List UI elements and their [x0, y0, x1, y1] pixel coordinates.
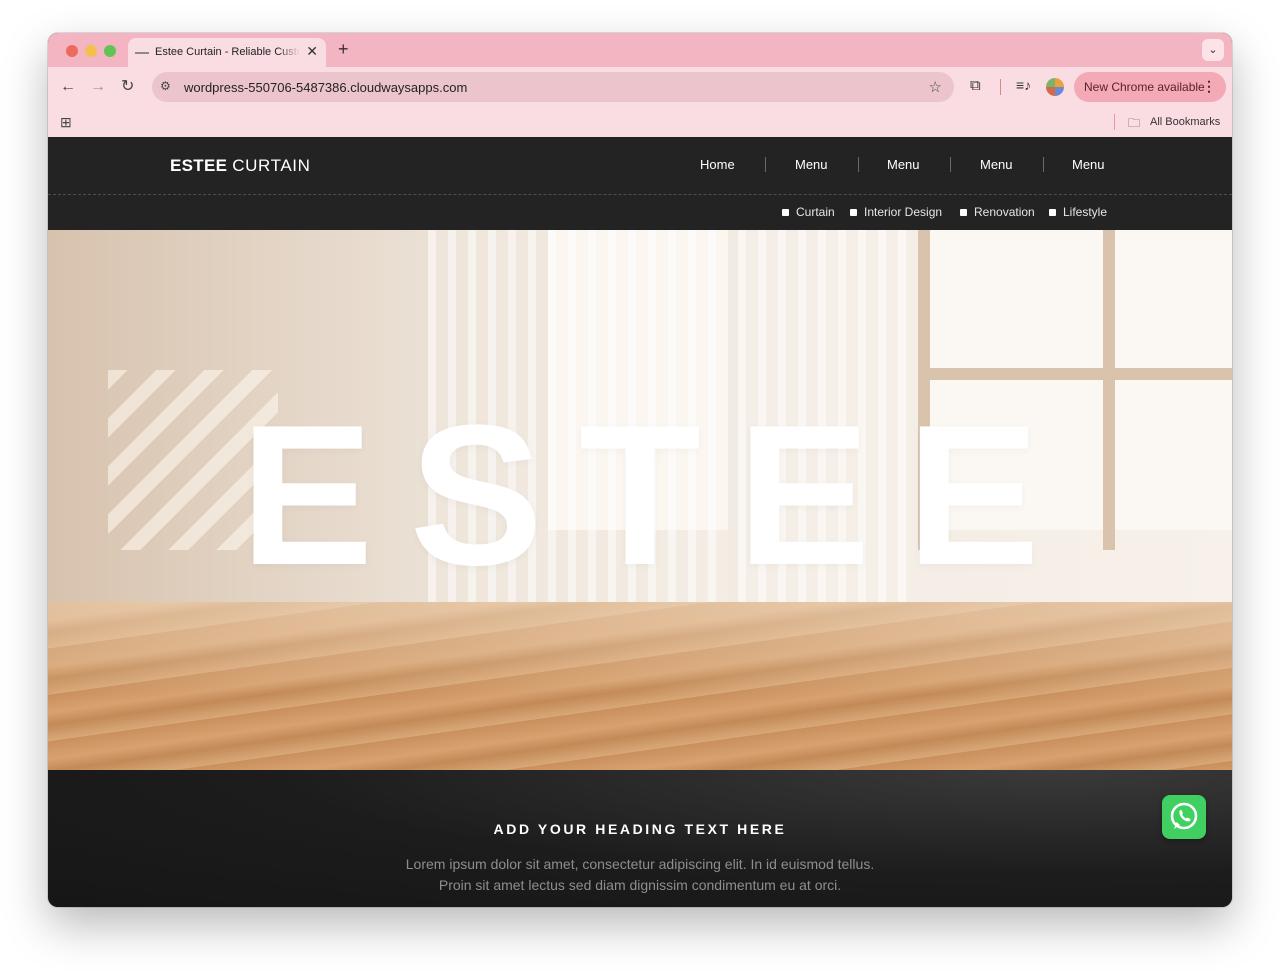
- browser-tab[interactable]: Estee Curtain - Reliable Custo ✕: [128, 38, 326, 67]
- site-info-icon[interactable]: ⚙: [160, 79, 171, 93]
- subnav-renovation[interactable]: Renovation: [960, 205, 1035, 219]
- logo-word-estee: ESTEE: [170, 156, 228, 175]
- intro-section: ADD YOUR HEADING TEXT HERE Lorem ipsum d…: [48, 770, 1232, 907]
- update-chrome-button[interactable]: New Chrome available ⋮: [1074, 72, 1226, 102]
- site-header: ESTEE CURTAIN Home Menu Menu Menu Menu C…: [48, 137, 1232, 230]
- profile-avatar[interactable]: [1046, 78, 1064, 96]
- section-text: Lorem ipsum dolor sit amet, consectetur …: [48, 854, 1232, 896]
- nav-divider: [1043, 157, 1044, 172]
- all-bookmarks-link[interactable]: All Bookmarks: [1150, 116, 1220, 128]
- hero-banner: ESTEE: [48, 230, 1232, 770]
- subnav-lifestyle[interactable]: Lifestyle: [1049, 205, 1107, 219]
- whatsapp-icon: [1170, 802, 1198, 830]
- hero-window-frame: [928, 368, 1232, 380]
- nav-home[interactable]: Home: [700, 157, 735, 172]
- url-text[interactable]: wordpress-550706-5487386.cloudwaysapps.c…: [184, 80, 467, 95]
- logo-word-curtain: CURTAIN: [232, 156, 311, 175]
- bookmark-star-icon[interactable]: ☆: [929, 78, 942, 96]
- extensions-icon[interactable]: ⧉: [970, 77, 981, 95]
- bookmarks-divider: [1114, 114, 1115, 130]
- subnav-label: Lifestyle: [1063, 205, 1108, 219]
- section-text-line: Lorem ipsum dolor sit amet, consectetur …: [405, 856, 875, 872]
- subnav-label: Renovation: [974, 205, 1035, 219]
- section-heading: ADD YOUR HEADING TEXT HERE: [493, 821, 787, 837]
- close-window-button[interactable]: [66, 45, 78, 57]
- subnav-curtain[interactable]: Curtain: [782, 205, 835, 219]
- reload-button[interactable]: ↻: [121, 77, 134, 97]
- nav-menu-2[interactable]: Menu: [887, 157, 920, 172]
- update-label: New Chrome available: [1084, 80, 1205, 94]
- section-text-line: Proin sit amet lectus sed diam dignissim…: [438, 877, 842, 893]
- close-tab-icon[interactable]: ✕: [306, 43, 318, 59]
- hero-title: ESTEE: [240, 384, 1076, 607]
- nav-divider: [765, 157, 766, 172]
- bookmarks-bar: ⊞ 🗀 All Bookmarks: [48, 107, 1232, 137]
- kebab-menu-icon[interactable]: ⋮: [1202, 78, 1216, 95]
- back-button[interactable]: ←: [60, 77, 76, 97]
- browser-toolbar: ← → ↻ ⚙ wordpress-550706-5487386.cloudwa…: [48, 67, 1232, 107]
- forward-button[interactable]: →: [90, 77, 106, 97]
- square-bullet-icon: [960, 208, 967, 216]
- tab-title: Estee Curtain - Reliable Custo: [155, 46, 300, 58]
- nav-menu-4[interactable]: Menu: [1072, 157, 1105, 172]
- nav-divider: [858, 157, 859, 172]
- square-bullet-icon: [782, 208, 789, 216]
- tab-search-button[interactable]: ⌄: [1202, 39, 1224, 61]
- apps-grid-icon[interactable]: ⊞: [60, 114, 72, 131]
- subnav-interior-design[interactable]: Interior Design: [850, 205, 942, 219]
- zoom-window-button[interactable]: [104, 45, 116, 57]
- nav-menu-3[interactable]: Menu: [980, 157, 1013, 172]
- square-bullet-icon: [1049, 208, 1056, 216]
- tab-strip: Estee Curtain - Reliable Custo ✕ + ⌄: [48, 33, 1232, 67]
- media-controls-icon[interactable]: ≡♪: [1016, 77, 1031, 93]
- nav-divider: [950, 157, 951, 172]
- subnav-label: Interior Design: [864, 205, 943, 219]
- web-page: ESTEE CURTAIN Home Menu Menu Menu Menu C…: [48, 137, 1232, 907]
- nav-menu-1[interactable]: Menu: [795, 157, 828, 172]
- square-bullet-icon: [850, 208, 857, 216]
- header-divider: [48, 194, 1232, 195]
- site-logo[interactable]: ESTEE CURTAIN: [170, 156, 310, 176]
- toolbar-divider: [1000, 79, 1001, 95]
- folder-icon: 🗀: [1128, 116, 1141, 130]
- whatsapp-button[interactable]: [1162, 795, 1206, 839]
- subnav-label: Curtain: [796, 205, 835, 219]
- address-bar[interactable]: ⚙ wordpress-550706-5487386.cloudwaysapps…: [152, 72, 954, 102]
- favicon-icon: [135, 52, 149, 54]
- new-tab-button[interactable]: +: [338, 39, 349, 59]
- browser-window: Estee Curtain - Reliable Custo ✕ + ⌄ ← →…: [48, 33, 1232, 907]
- hero-floor: [48, 602, 1232, 770]
- minimize-window-button[interactable]: [85, 45, 97, 57]
